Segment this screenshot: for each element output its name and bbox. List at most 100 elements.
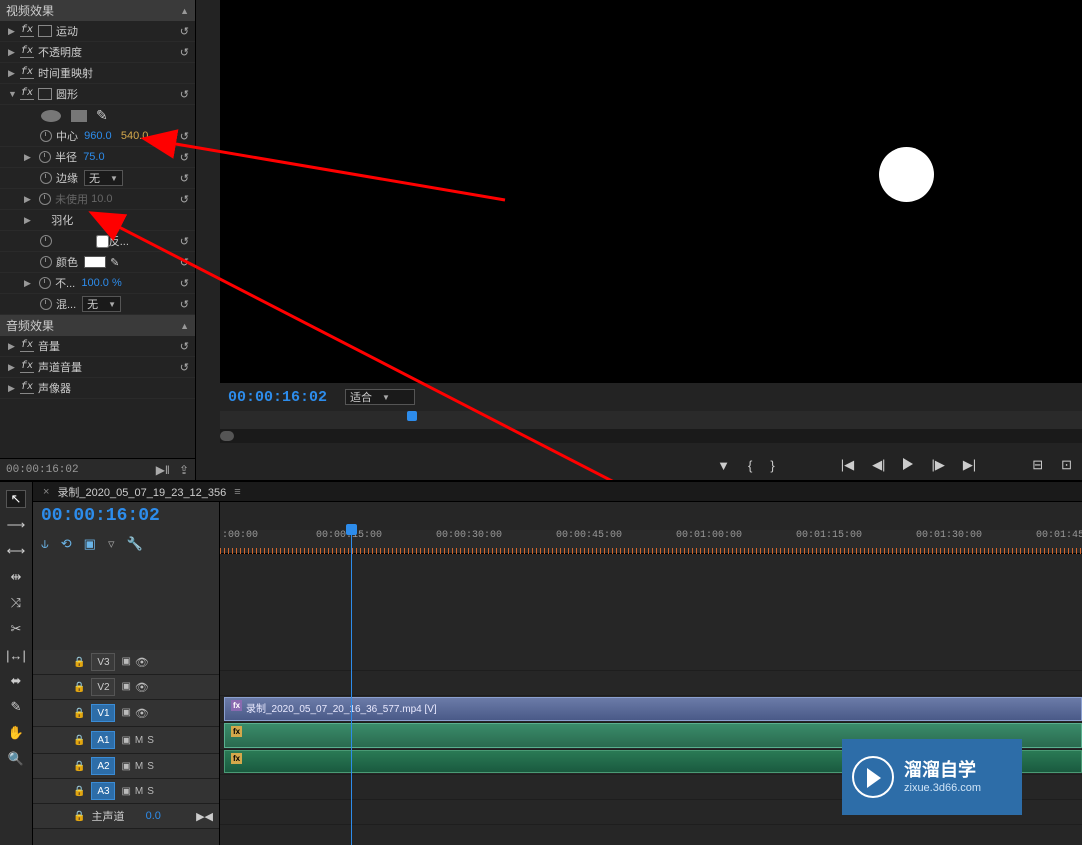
slide-tool[interactable]: ⬌ (6, 672, 26, 690)
goto-icon[interactable]: ▶◀ (196, 810, 213, 823)
track-lane-v1[interactable]: fx 录制_2020_05_07_20_16_36_577.mp4 [V] (220, 696, 1082, 723)
video-effects-header[interactable]: 视频效果 ▲ (0, 0, 195, 21)
track-header-a2[interactable]: 🔒 A2 ▣MS (33, 754, 219, 779)
twirl-icon[interactable]: ▶ (24, 152, 36, 163)
mute-icon[interactable]: M (135, 761, 143, 772)
reset-icon[interactable]: ↺ (180, 361, 189, 374)
invert-checkbox[interactable] (96, 235, 109, 248)
step-back-icon[interactable]: ◀| (872, 457, 885, 473)
extract-icon[interactable]: ⊡ (1061, 457, 1072, 473)
track-label-v1[interactable]: V1 (91, 704, 115, 722)
fx-badge-icon[interactable]: fx (20, 46, 34, 58)
effect-time-remap[interactable]: ▶ fx 时间重映射 (0, 63, 195, 84)
mask-icon[interactable] (38, 25, 52, 37)
edge-dropdown[interactable]: 无▼ (84, 170, 123, 186)
eye-icon[interactable]: 👁 (135, 707, 149, 720)
target-icon[interactable]: ▣ (121, 707, 130, 720)
target-icon[interactable]: ▣ (121, 681, 130, 694)
stopwatch-icon[interactable] (39, 193, 51, 205)
twirl-icon[interactable]: ▶ (8, 341, 20, 352)
fx-badge-icon[interactable]: fx (20, 361, 34, 373)
goto-out-icon[interactable]: ▶| (963, 457, 976, 473)
center-y-value[interactable]: 540.0 (121, 130, 149, 142)
twirl-icon[interactable]: ▶ (24, 278, 36, 289)
fx-badge-icon[interactable]: fx (20, 88, 34, 100)
track-header-a1[interactable]: 🔒 A1 ▣MS (33, 727, 219, 754)
rect-mask-icon[interactable] (70, 109, 88, 123)
play-button[interactable] (903, 458, 913, 473)
marker-icon[interactable]: ▼ (717, 458, 730, 473)
collapse-icon[interactable]: ▲ (180, 6, 189, 16)
reset-icon[interactable]: ↺ (180, 151, 189, 164)
track-label-a2[interactable]: A2 (91, 757, 115, 775)
video-clip[interactable]: fx 录制_2020_05_07_20_16_36_577.mp4 [V] (224, 697, 1082, 721)
share-icon[interactable]: ⇪ (179, 463, 189, 477)
effect-opacity[interactable]: ▶ fx 不透明度 ↺ (0, 42, 195, 63)
pen-tool[interactable]: ✎ (6, 698, 26, 716)
zoom-dropdown[interactable]: 适合▼ (345, 389, 415, 405)
lift-icon[interactable]: ⊟ (1032, 457, 1043, 473)
sequence-tab[interactable]: × 录制_2020_05_07_19_23_12_356 ≡ (33, 482, 1082, 502)
track-header-master[interactable]: 🔒 主声道 0.0 ▶◀ (33, 804, 219, 829)
effect-circle[interactable]: ▼ fx 圆形 ↺ (0, 84, 195, 105)
track-header-a3[interactable]: 🔒 A3 ▣MS (33, 779, 219, 804)
reset-icon[interactable]: ↺ (180, 256, 189, 269)
in-point-icon[interactable]: { (748, 458, 752, 473)
monitor-scrollbar[interactable] (220, 429, 1082, 443)
solo-icon[interactable]: S (147, 761, 154, 772)
slip-tool[interactable]: |↔| (6, 646, 26, 664)
timeline-timecode[interactable]: 00:00:16:02 (33, 502, 219, 530)
circle-opacity-value[interactable]: 100.0 % (81, 277, 121, 289)
monitor-timecode[interactable]: 00:00:16:02 (228, 389, 327, 406)
lock-icon[interactable]: 🔒 (73, 682, 85, 693)
effect-volume[interactable]: ▶ fx 音量 ↺ (0, 336, 195, 357)
track-lane-v2[interactable] (220, 671, 1082, 696)
twirl-icon[interactable]: ▶ (8, 47, 20, 58)
toggle-icon[interactable]: ▶‖ (156, 463, 170, 477)
panel-timecode[interactable]: 00:00:16:02 (6, 464, 79, 476)
monitor-ruler[interactable] (220, 411, 1082, 429)
monitor-canvas[interactable] (540, 0, 1082, 383)
track-label-v3[interactable]: V3 (91, 653, 115, 671)
solo-icon[interactable]: S (147, 786, 154, 797)
track-select-tool[interactable]: ⟶ (6, 516, 26, 534)
master-value[interactable]: 0.0 (146, 810, 161, 822)
hand-tool[interactable]: ✋ (6, 724, 26, 742)
target-icon[interactable]: ▣ (121, 735, 130, 746)
rate-stretch-tool[interactable]: ⤨ (6, 594, 26, 612)
fx-badge-icon[interactable]: fx (20, 67, 34, 79)
pen-mask-icon[interactable]: ✎ (96, 107, 108, 124)
reset-icon[interactable]: ↺ (180, 88, 189, 101)
monitor-playhead[interactable] (407, 411, 417, 421)
twirl-icon[interactable]: ▶ (8, 68, 20, 79)
twirl-icon[interactable]: ▶ (8, 362, 20, 373)
step-forward-icon[interactable]: |▶ (931, 457, 944, 473)
fx-badge-icon[interactable]: fx (20, 340, 34, 352)
effect-motion[interactable]: ▶ fx 运动 ↺ (0, 21, 195, 42)
radius-value[interactable]: 75.0 (83, 151, 104, 163)
lock-icon[interactable]: 🔒 (73, 811, 85, 822)
marker-add-icon[interactable]: ▣ (84, 536, 96, 552)
mute-icon[interactable]: M (135, 786, 143, 797)
target-icon[interactable]: ▣ (121, 761, 130, 772)
fx-badge-icon[interactable]: fx (20, 382, 34, 394)
collapse-icon[interactable]: ▲ (180, 321, 189, 331)
blend-dropdown[interactable]: 无▼ (82, 296, 121, 312)
prop-feather[interactable]: ▶ 羽化 (0, 210, 195, 231)
center-x-value[interactable]: 960.0 (84, 130, 112, 142)
color-swatch[interactable] (84, 256, 106, 268)
reset-icon[interactable]: ↺ (180, 277, 189, 290)
effect-channel-volume[interactable]: ▶ fx 声道音量 ↺ (0, 357, 195, 378)
selection-tool[interactable]: ↖ (6, 490, 26, 508)
track-label-a1[interactable]: A1 (91, 731, 115, 749)
audio-effects-header[interactable]: 音频效果 ▲ (0, 315, 195, 336)
lock-icon[interactable]: 🔒 (73, 708, 85, 719)
eyedropper-icon[interactable]: ✎ (110, 256, 119, 269)
scrollbar-thumb[interactable] (220, 431, 234, 441)
stopwatch-icon[interactable] (39, 277, 51, 289)
goto-in-icon[interactable]: |◀ (841, 457, 854, 473)
reset-icon[interactable]: ↺ (180, 340, 189, 353)
twirl-icon[interactable]: ▶ (8, 26, 20, 37)
lock-icon[interactable]: 🔒 (73, 657, 85, 668)
twirl-icon[interactable]: ▶ (24, 215, 36, 226)
